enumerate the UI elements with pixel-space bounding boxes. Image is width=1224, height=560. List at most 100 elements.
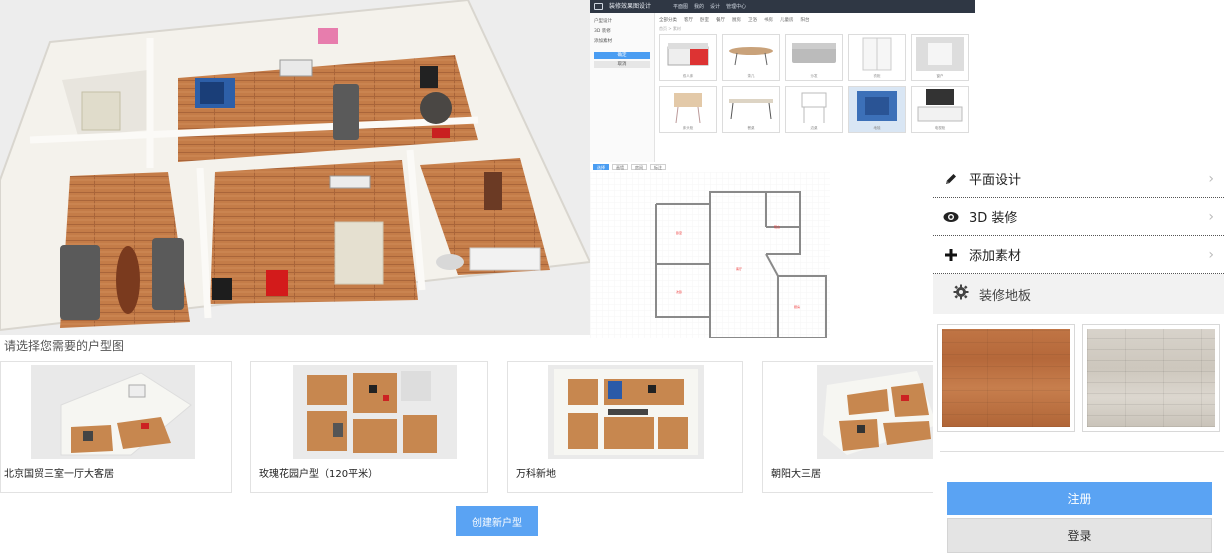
plan-room-label: 次卧 bbox=[676, 289, 682, 294]
bed-small bbox=[81, 91, 121, 131]
painting bbox=[318, 28, 338, 44]
chevron-right-icon: › bbox=[1208, 170, 1214, 187]
sofa-living bbox=[333, 84, 359, 140]
menu-item-plan-design[interactable]: 平面设计 › bbox=[933, 160, 1224, 198]
product-card[interactable]: 茶几 bbox=[722, 34, 780, 81]
plan-room-label: 阳台 bbox=[774, 224, 780, 229]
plan-room-label: 卧室 bbox=[676, 230, 682, 235]
login-button[interactable]: 登录 bbox=[947, 518, 1212, 553]
red-chair bbox=[266, 270, 288, 296]
floorplan-thumbnail bbox=[817, 365, 933, 459]
floorplan-card[interactable]: 北京国贸三室一厅大客居 bbox=[0, 361, 232, 493]
product-card[interactable]: 地毯 bbox=[848, 86, 906, 133]
wardrobe-icon bbox=[862, 37, 892, 71]
submenu-floor-decoration[interactable]: 装修地板 bbox=[933, 274, 1224, 314]
divider bbox=[940, 451, 1224, 452]
menu-item-label: 3D 装修 bbox=[969, 211, 1018, 226]
app-tab[interactable]: 卧室 bbox=[700, 17, 709, 23]
app-tab[interactable]: 书房 bbox=[764, 17, 773, 23]
floorplan-card-list: 北京国贸三室一厅大客居 玫瑰花园户型（120平米） 万科新地 朝阳大三居 bbox=[0, 361, 933, 493]
app-topbar: 装修效果图设计 平面图 我的 设计 管理中心 bbox=[590, 0, 975, 13]
floorplan-card[interactable]: 万科新地 bbox=[507, 361, 743, 493]
bed-icon bbox=[667, 43, 709, 66]
floorplan-thumbnail bbox=[293, 365, 457, 459]
product-card[interactable]: 床头柜 bbox=[659, 86, 717, 133]
menu-item-3d-decoration[interactable]: 3D 装修 › bbox=[933, 198, 1224, 236]
desk-icon bbox=[729, 99, 773, 120]
texture-wood-floor[interactable] bbox=[937, 324, 1075, 432]
eye-icon bbox=[943, 209, 959, 225]
hero-3d-floorplan bbox=[0, 0, 590, 335]
sofa-icon bbox=[792, 43, 836, 63]
floorplan-card[interactable]: 朝阳大三居 bbox=[762, 361, 933, 493]
rug-icon bbox=[857, 91, 897, 121]
floorplan-thumbnail bbox=[31, 365, 195, 459]
app-cancel-button[interactable]: 取消 bbox=[594, 61, 650, 68]
product-card[interactable]: 餐桌 bbox=[722, 86, 780, 133]
menu-item-add-material[interactable]: 添加素材 › bbox=[933, 236, 1224, 274]
gray-texture-swatch bbox=[1087, 329, 1215, 427]
product-name: 电视柜 bbox=[934, 126, 946, 130]
plan-room-label: 客厅 bbox=[736, 266, 742, 271]
app-main: 全部分类 客厅 卧室 餐厅 厨房 卫浴 书房 儿童房 阳台 首页 > 素材 双人… bbox=[655, 13, 975, 162]
app-tab[interactable]: 厨房 bbox=[732, 17, 741, 23]
product-name: 双人床 bbox=[682, 74, 694, 78]
app-title: 装修效果图设计 bbox=[609, 3, 652, 10]
right-menu: 平面设计 › 3D 装修 › 添加素材 › 装修地板 bbox=[933, 160, 1224, 314]
product-card[interactable]: 双人床 bbox=[659, 34, 717, 81]
app-topnav-item[interactable]: 我的 bbox=[694, 3, 704, 10]
product-card[interactable]: 衣柜 bbox=[848, 34, 906, 81]
plan-canvas[interactable]: 卧室 客厅 阳台 次卧 厨房 bbox=[590, 172, 830, 338]
floorplan-card[interactable]: 玫瑰花园户型（120平米） bbox=[250, 361, 488, 493]
product-name: 床头柜 bbox=[682, 126, 694, 130]
app-topnav-item[interactable]: 平面图 bbox=[673, 3, 688, 10]
product-card[interactable]: 沙发 bbox=[785, 34, 843, 81]
app-tab[interactable]: 阳台 bbox=[801, 17, 810, 23]
product-name: 窗户 bbox=[936, 74, 944, 78]
round-table bbox=[420, 92, 452, 124]
floorplan-card-label: 朝阳大三居 bbox=[771, 469, 821, 480]
plan-tool-dimension[interactable]: 标注 bbox=[650, 164, 666, 170]
floorplan-3d-render bbox=[0, 0, 590, 332]
floorplan-thumbnail bbox=[548, 365, 704, 459]
window-icon bbox=[916, 37, 964, 71]
floorplan-card-label: 玫瑰花园户型（120平米） bbox=[259, 469, 379, 480]
submenu-label: 装修地板 bbox=[979, 288, 1032, 304]
product-name: 衣柜 bbox=[873, 74, 881, 78]
app-topnav-item[interactable]: 设计 bbox=[710, 3, 720, 10]
product-name: 餐桌 bbox=[747, 126, 755, 130]
menu-item-label: 添加素材 bbox=[969, 249, 1022, 264]
pencil-icon bbox=[943, 171, 959, 187]
app-sidebar-item[interactable]: 户型设计 bbox=[590, 16, 654, 26]
app-sidebar-item[interactable]: 3D 装修 bbox=[590, 26, 654, 36]
create-floorplan-button[interactable]: 创建新户型 bbox=[456, 506, 538, 536]
app-sidebar-item[interactable]: 添加素材 bbox=[590, 36, 654, 46]
gear-icon bbox=[953, 284, 969, 304]
floorplan-card-label: 万科新地 bbox=[516, 469, 556, 480]
app-tab[interactable]: 卫浴 bbox=[748, 17, 757, 23]
product-card[interactable]: 电视柜 bbox=[911, 86, 969, 133]
app-tab[interactable]: 全部分类 bbox=[659, 17, 677, 23]
floorplan-card-label: 北京国贸三室一厅大客居 bbox=[4, 469, 114, 480]
register-button[interactable]: 注册 bbox=[947, 482, 1212, 515]
plan-toolbar: 选择 画墙 房间 标注 bbox=[590, 162, 830, 172]
menu-item-label: 平面设计 bbox=[969, 173, 1022, 188]
app-topnav-item[interactable]: 管理中心 bbox=[726, 3, 746, 10]
app-confirm-button[interactable]: 确定 bbox=[594, 52, 650, 59]
product-name: 沙发 bbox=[810, 74, 818, 78]
plan-tool-select[interactable]: 选择 bbox=[593, 164, 609, 170]
product-card[interactable]: 窗户 bbox=[911, 34, 969, 81]
armchair bbox=[420, 66, 438, 88]
product-card[interactable]: 边桌 bbox=[785, 86, 843, 133]
table-icon bbox=[729, 47, 773, 66]
app-tab[interactable]: 儿童房 bbox=[780, 17, 794, 23]
app-tab[interactable]: 餐厅 bbox=[716, 17, 725, 23]
texture-gray-floor[interactable] bbox=[1082, 324, 1220, 432]
plan-tool-room[interactable]: 房间 bbox=[631, 164, 647, 170]
plan-tool-wall[interactable]: 画墙 bbox=[612, 164, 628, 170]
product-name: 茶几 bbox=[747, 74, 755, 78]
app-category-tabs: 全部分类 客厅 卧室 餐厅 厨房 卫浴 书房 儿童房 阳台 bbox=[659, 15, 971, 24]
app-tab[interactable]: 客厅 bbox=[684, 17, 693, 23]
app-breadcrumb: 首页 > 素材 bbox=[659, 26, 681, 31]
bed-large bbox=[334, 221, 384, 285]
